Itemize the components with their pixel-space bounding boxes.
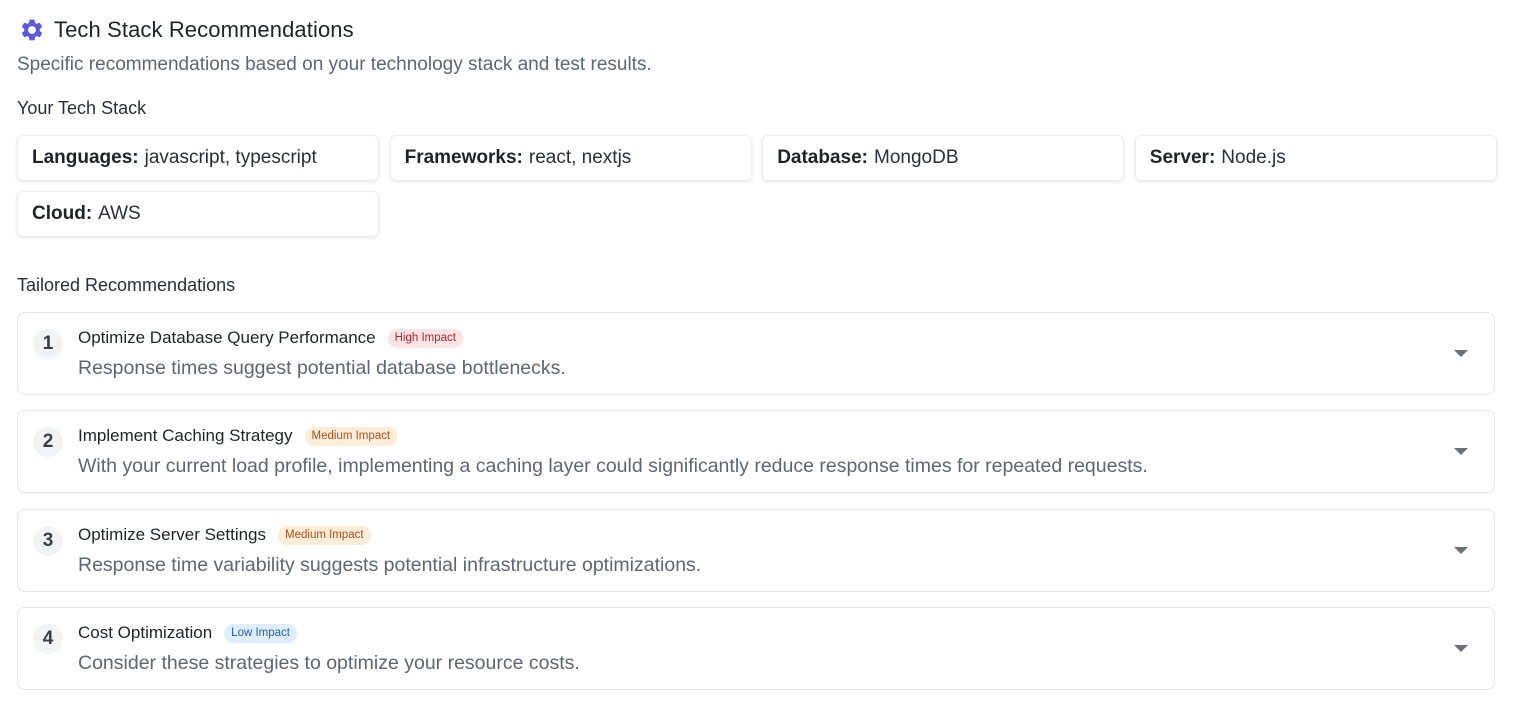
recommendation-title: Implement Caching Strategy — [78, 426, 293, 445]
tech-stack-card-server: Server: Node.js — [1134, 135, 1497, 181]
recommendation-item-4[interactable]: 4 Cost Optimization Low Impact Consider … — [17, 607, 1495, 690]
recommendation-number: 2 — [33, 427, 63, 457]
chevron-down-icon[interactable] — [1454, 547, 1468, 554]
tech-stack-value: javascript, typescript — [144, 147, 317, 168]
recommendation-item-2[interactable]: 2 Implement Caching Strategy Medium Impa… — [17, 410, 1495, 493]
tech-stack-value: AWS — [98, 203, 141, 224]
tech-stack-card-database: Database: MongoDB — [762, 135, 1125, 181]
recommendation-description: Response times suggest potential databas… — [78, 357, 566, 379]
recommendation-title: Cost Optimization — [78, 623, 213, 642]
tech-stack-heading: Your Tech Stack — [17, 98, 147, 118]
tech-stack-recommendations-panel: Tech Stack Recommendations Specific reco… — [0, 0, 1526, 706]
tech-stack-grid: Languages: javascript, typescript Framew… — [17, 135, 1497, 237]
tech-stack-value: MongoDB — [874, 147, 959, 168]
recommendation-number: 4 — [33, 624, 63, 654]
recommendation-header: Cost Optimization Low Impact — [78, 623, 297, 643]
recommendation-number: 3 — [33, 526, 63, 556]
recommendation-description: With your current load profile, implemen… — [78, 455, 1148, 477]
chevron-down-icon[interactable] — [1454, 645, 1468, 652]
recommendation-item-3[interactable]: 3 Optimize Server Settings Medium Impact… — [17, 509, 1495, 592]
recommendations-heading: Tailored Recommendations — [17, 275, 236, 295]
recommendation-item-1[interactable]: 1 Optimize Database Query Performance Hi… — [17, 312, 1495, 395]
tech-stack-card-frameworks: Frameworks: react, nextjs — [389, 135, 752, 181]
tech-stack-value: react, nextjs — [528, 147, 632, 168]
recommendation-header: Optimize Server Settings Medium Impact — [78, 525, 371, 545]
recommendation-number: 1 — [33, 329, 63, 359]
chevron-down-icon[interactable] — [1454, 448, 1468, 455]
recommendation-header: Implement Caching Strategy Medium Impact — [78, 426, 398, 446]
impact-badge: Medium Impact — [278, 525, 371, 545]
tech-stack-key: Frameworks: — [404, 147, 523, 168]
recommendation-description: Response time variability suggests poten… — [78, 554, 702, 576]
tech-stack-key: Cloud: — [32, 203, 93, 224]
panel-header: Tech Stack Recommendations — [18, 16, 354, 44]
recommendation-header: Optimize Database Query Performance High… — [78, 328, 463, 348]
impact-badge: High Impact — [387, 328, 463, 348]
impact-badge: Medium Impact — [304, 426, 398, 446]
tech-stack-key: Database: — [777, 147, 869, 168]
page-subtitle: Specific recommendations based on your t… — [17, 54, 652, 75]
gear-icon — [18, 16, 46, 44]
page-title: Tech Stack Recommendations — [54, 17, 354, 42]
tech-stack-key: Languages: — [32, 147, 139, 168]
recommendation-title: Optimize Server Settings — [78, 525, 267, 544]
tech-stack-card-languages: Languages: javascript, typescript — [17, 135, 379, 181]
chevron-down-icon[interactable] — [1454, 350, 1468, 357]
recommendation-title: Optimize Database Query Performance — [78, 328, 376, 347]
recommendation-description: Consider these strategies to optimize yo… — [78, 652, 580, 674]
impact-badge: Low Impact — [224, 623, 297, 643]
tech-stack-value: Node.js — [1221, 147, 1286, 168]
tech-stack-card-cloud: Cloud: AWS — [17, 191, 379, 237]
tech-stack-key: Server: — [1149, 147, 1216, 168]
